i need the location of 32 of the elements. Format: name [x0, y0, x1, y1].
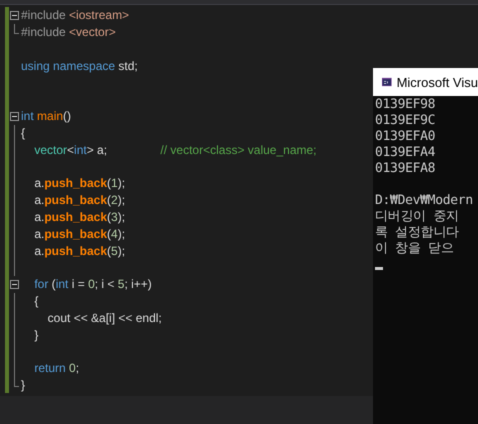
- console-output-line: 0139EF98: [375, 97, 436, 113]
- code-line: using namespace std;: [21, 58, 138, 73]
- console-output-line: 0139EFA8: [375, 161, 436, 177]
- console-output-line: 0139EFA0: [375, 129, 436, 145]
- code-line: a.push_back(1);: [33, 176, 126, 190]
- code-line: {: [33, 294, 38, 308]
- code-line: int main(): [21, 109, 72, 124]
- console-app-icon: [382, 76, 392, 88]
- code-line: }: [21, 378, 26, 392]
- console-output-line: D:₩Dev₩Modern: [375, 193, 474, 209]
- code-line: vector<int> a; // vector<class> value_name;: [33, 142, 317, 157]
- code-line: #include <iostream>: [21, 8, 130, 22]
- console-output-line: 이 창을 닫으: [375, 241, 455, 257]
- code-line: }: [33, 328, 38, 342]
- collapse-icon[interactable]: [10, 280, 19, 289]
- code-line: a.push_back(3);: [33, 210, 126, 224]
- text-cursor: [375, 267, 383, 270]
- code-line: {: [21, 126, 26, 140]
- console-output-line: 0139EF9C: [375, 113, 436, 129]
- console-output-line: 디버깅이 중지: [375, 209, 460, 225]
- code-line: a.push_back(2);: [33, 193, 126, 208]
- collapse-icon[interactable]: [10, 11, 19, 20]
- code-line: a.push_back(5);: [33, 244, 126, 258]
- code-line: #include <vector>: [21, 25, 116, 40]
- console-output-line: 0139EFA4: [375, 145, 436, 161]
- console-output-line: 록 설정합니다: [375, 225, 460, 241]
- code-line: for (int i = 0; i < 5; i++): [33, 277, 152, 292]
- code-line: cout << &a[i] << endl;: [46, 310, 162, 325]
- console-title: Microsoft Visu: [396, 74, 478, 90]
- code-line: a.push_back(4);: [33, 226, 126, 241]
- collapse-icon[interactable]: [10, 112, 19, 121]
- code-line: return 0;: [33, 361, 80, 376]
